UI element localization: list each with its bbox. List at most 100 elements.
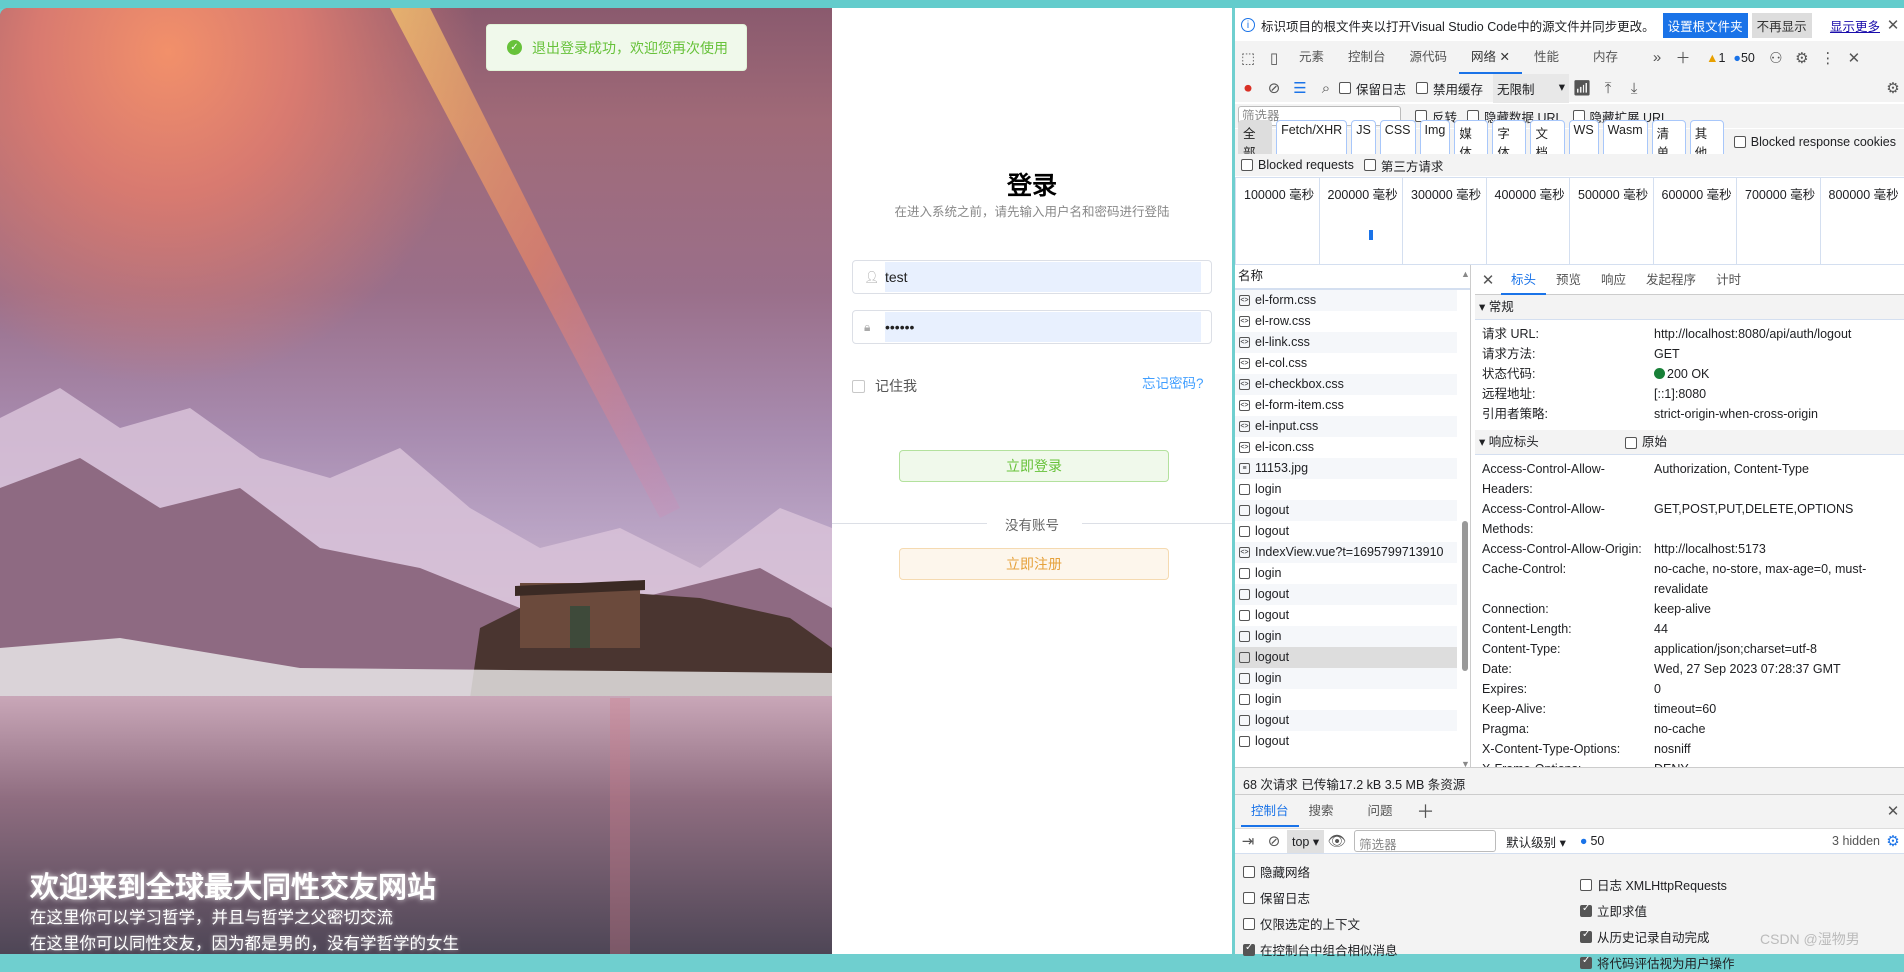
inspect-icon[interactable]: ⬚ [1235, 49, 1261, 67]
password-value[interactable]: •••••• [885, 312, 1201, 342]
console-option-checkbox[interactable]: 仅限选定的上下文 [1243, 914, 1360, 933]
request-row[interactable]: logout [1235, 584, 1457, 605]
request-row[interactable]: logout [1235, 605, 1457, 626]
request-row[interactable]: <> el-row.css [1235, 311, 1457, 332]
request-row[interactable]: login [1235, 563, 1457, 584]
warning-icon[interactable]: ▲ [1706, 51, 1718, 65]
detail-tab-1[interactable]: 预览 [1546, 265, 1591, 295]
request-row[interactable]: logout [1235, 500, 1457, 521]
menu-icon[interactable]: ⋮ [1815, 49, 1841, 67]
console-option-checkbox[interactable]: 在控制台中组合相似消息 [1243, 940, 1398, 959]
login-button[interactable]: 立即登录 [899, 450, 1169, 482]
live-expression-icon[interactable]: 👁︎ [1324, 832, 1350, 850]
show-more-link[interactable]: 显示更多 [1830, 16, 1880, 35]
network-settings-icon[interactable]: ⚙ [1880, 79, 1904, 97]
blocked-requests-checkbox[interactable]: Blocked requests [1241, 158, 1354, 172]
checkbox[interactable] [1580, 955, 1592, 969]
context-select[interactable]: top ▾ [1287, 829, 1325, 853]
detail-tab-4[interactable]: 计时 [1706, 265, 1751, 295]
network-conditions-icon[interactable]: 📶︎ [1569, 79, 1595, 97]
tab-memory[interactable]: 内存 [1581, 41, 1630, 74]
clear-icon[interactable]: ⊘ [1261, 79, 1287, 97]
drawer-tab-console[interactable]: 控制台 [1241, 795, 1299, 827]
request-row[interactable]: <> el-col.css [1235, 353, 1457, 374]
preserve-log-checkbox[interactable]: 保留日志 [1339, 79, 1406, 98]
dont-show-button[interactable]: 不再显示 [1751, 12, 1812, 38]
filter-icon[interactable]: ☰ [1287, 79, 1313, 97]
drawer-tab-search[interactable]: 搜索 [1299, 795, 1344, 827]
search-icon[interactable]: ⌕ [1313, 80, 1339, 97]
warning-count[interactable]: 1 [1718, 51, 1725, 65]
request-row[interactable]: logout [1235, 521, 1457, 542]
close-detail-icon[interactable]: ✕ [1475, 271, 1501, 289]
detail-tab-2[interactable]: 响应 [1591, 265, 1636, 295]
request-row[interactable]: login [1235, 668, 1457, 689]
console-option-checkbox[interactable]: 立即求值 [1580, 901, 1647, 920]
request-row[interactable]: <> el-link.css [1235, 332, 1457, 353]
set-root-folder-button[interactable]: 设置根文件夹 [1662, 12, 1748, 38]
drawer-tab-issues[interactable]: 问题 [1358, 795, 1403, 827]
network-timeline[interactable]: 100000 毫秒 200000 毫秒 300000 毫秒 400000 毫秒 5000… [1235, 177, 1904, 265]
third-party-checkbox[interactable]: 第三方请求 [1363, 156, 1443, 175]
device-toggle-icon[interactable]: ▯ [1261, 49, 1287, 67]
request-row[interactable]: logout [1235, 710, 1457, 731]
close-devtools-icon[interactable]: ✕ [1841, 49, 1867, 67]
request-row[interactable]: logout [1235, 731, 1457, 752]
response-headers-section-header[interactable]: ▾ 响应标头 原始 [1475, 430, 1904, 455]
raw-checkbox[interactable]: 原始 [1625, 430, 1667, 455]
blocked-cookies-checkbox[interactable]: Blocked response cookies [1733, 135, 1896, 149]
record-icon[interactable]: ⏺ [1235, 80, 1261, 97]
customize-icon[interactable]: ⚇ [1763, 49, 1789, 67]
console-option-checkbox[interactable]: 从历史记录自动完成 [1580, 927, 1710, 946]
request-row[interactable]: <> IndexView.vue?t=1695799713910 [1235, 542, 1457, 563]
close-icon[interactable]: ✕ [1880, 16, 1904, 34]
password-input[interactable]: 🔒︎ •••••• [852, 310, 1212, 344]
detail-tab-0[interactable]: 标头 [1501, 265, 1547, 295]
settings-icon[interactable]: ⚙ [1789, 49, 1815, 67]
console-option-checkbox[interactable]: 隐藏网络 [1243, 862, 1310, 881]
disable-cache-checkbox[interactable]: 禁用缓存 [1416, 79, 1483, 98]
tab-performance[interactable]: 性能 [1522, 41, 1571, 74]
request-row[interactable]: <> el-input.css [1235, 416, 1457, 437]
export-icon[interactable]: ⤓ [1621, 80, 1647, 97]
console-option-checkbox[interactable]: 日志 XMLHttpRequests [1580, 875, 1727, 894]
request-row[interactable]: <> el-icon.css [1235, 437, 1457, 458]
log-level-select[interactable]: 默认级别 ▾ [1506, 832, 1566, 851]
request-row[interactable]: logout [1235, 647, 1457, 668]
tab-elements[interactable]: 元素 [1287, 41, 1336, 74]
checkbox[interactable] [1243, 917, 1255, 930]
console-option-checkbox[interactable]: 将代码评估视为用户操作 [1580, 953, 1735, 972]
message-icon[interactable]: ● [1733, 51, 1741, 65]
checkbox[interactable] [1243, 865, 1255, 878]
username-input[interactable]: 👤︎ test [852, 260, 1212, 294]
close-drawer-icon[interactable]: ✕ [1880, 802, 1904, 820]
checkbox[interactable] [1243, 891, 1255, 904]
request-row[interactable]: <> el-checkbox.css [1235, 374, 1457, 395]
checkbox[interactable] [1580, 929, 1592, 943]
tab-network[interactable]: 网络 ✕ [1459, 41, 1523, 74]
column-header-name[interactable]: 名称 [1235, 265, 1470, 290]
register-button[interactable]: 立即注册 [899, 548, 1169, 580]
scrollbar[interactable]: ▲ ▼ [1459, 269, 1471, 769]
add-drawer-tab-icon[interactable]: ＋ [1413, 798, 1439, 824]
remember-me-checkbox[interactable]: 记住我 [852, 376, 917, 396]
checkbox[interactable] [1580, 903, 1592, 917]
request-row[interactable]: <> el-form-item.css [1235, 395, 1457, 416]
request-row[interactable]: ≡ 11153.jpg [1235, 458, 1457, 479]
username-value[interactable]: test [885, 262, 1201, 292]
console-filter-input[interactable]: 筛选器 [1354, 830, 1497, 852]
request-row[interactable]: login [1235, 689, 1457, 710]
detail-tab-3[interactable]: 发起程序 [1636, 265, 1706, 295]
request-row[interactable]: login [1235, 626, 1457, 647]
throttle-select[interactable]: 无限制 ▾ [1493, 73, 1570, 103]
import-icon[interactable]: ⤒ [1595, 80, 1621, 97]
message-count[interactable]: 50 [1741, 51, 1755, 65]
sidebar-toggle-icon[interactable]: ⇥ [1235, 832, 1261, 850]
general-section-header[interactable]: ▾ 常规 [1475, 295, 1904, 320]
tab-sources[interactable]: 源代码 [1398, 41, 1460, 74]
tab-console[interactable]: 控制台 [1336, 41, 1398, 74]
request-row[interactable]: login [1235, 479, 1457, 500]
request-row[interactable]: <> el-form.css [1235, 290, 1457, 311]
close-tab-icon[interactable]: ✕ [1500, 50, 1510, 64]
clear-console-icon[interactable]: ⊘ [1261, 832, 1287, 850]
